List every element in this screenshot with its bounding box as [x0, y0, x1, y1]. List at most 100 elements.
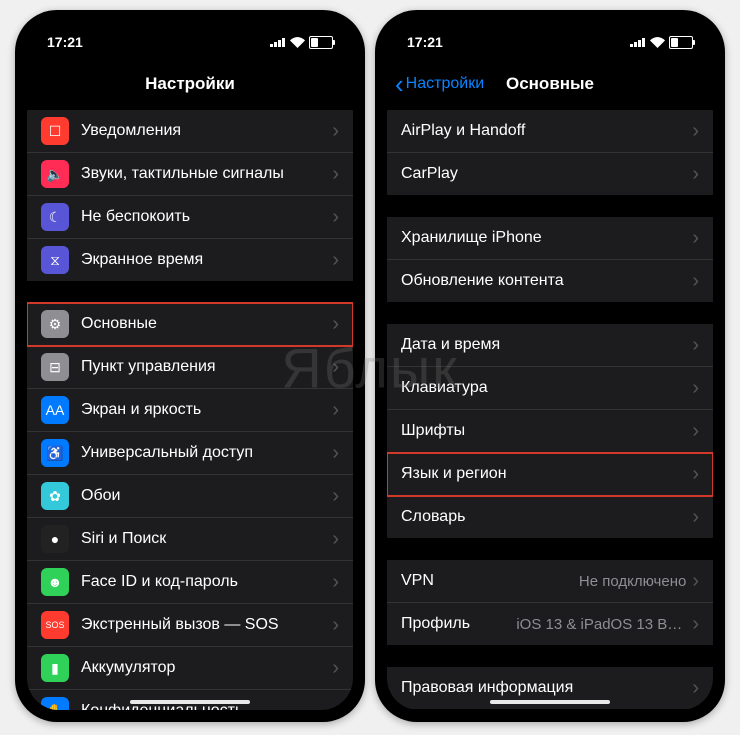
row-label: Экстренный вызов — SOS: [81, 616, 332, 634]
phone-left: 17:21 Настройки ☐Уведомления›🔈Звуки, так…: [15, 10, 365, 722]
row-keyboard[interactable]: Клавиатура›: [387, 367, 713, 410]
chevron-right-icon: ›: [692, 613, 699, 636]
general-list[interactable]: AirPlay и Handoff›CarPlay›Хранилище iPho…: [387, 106, 713, 710]
row-fonts[interactable]: Шрифты›: [387, 410, 713, 453]
chevron-right-icon: ›: [692, 506, 699, 529]
row-notifications[interactable]: ☐ Уведомления›: [27, 110, 353, 153]
row-sos[interactable]: SOS Экстренный вызов — SOS›: [27, 604, 353, 647]
row-label: Siri и Поиск: [81, 530, 332, 548]
row-storage[interactable]: Хранилище iPhone›: [387, 217, 713, 260]
row-label: Не беспокоить: [81, 208, 332, 226]
chevron-right-icon: ›: [332, 313, 339, 336]
row-siri[interactable]: ● Siri и Поиск›: [27, 518, 353, 561]
chevron-right-icon: ›: [692, 420, 699, 443]
battery-icon: ▮: [41, 654, 69, 682]
chevron-right-icon: ›: [332, 700, 339, 711]
battery-icon: [669, 36, 693, 49]
page-title-left: Настройки: [27, 62, 353, 106]
chevron-right-icon: ›: [332, 206, 339, 229]
chevron-right-icon: ›: [692, 377, 699, 400]
row-background[interactable]: Обновление контента›: [387, 260, 713, 302]
display-icon: AA: [41, 396, 69, 424]
chevron-right-icon: ›: [692, 677, 699, 700]
home-indicator[interactable]: [490, 700, 610, 704]
sos-icon: SOS: [41, 611, 69, 639]
row-label: Язык и регион: [401, 465, 692, 483]
row-carplay[interactable]: CarPlay›: [387, 153, 713, 195]
row-airplay[interactable]: AirPlay и Handoff›: [387, 110, 713, 153]
settings-list[interactable]: ☐Уведомления›🔈Звуки, тактильные сигналы›…: [27, 106, 353, 710]
row-label: Звуки, тактильные сигналы: [81, 165, 332, 183]
row-battery[interactable]: ▮ Аккумулятор›: [27, 647, 353, 690]
chevron-right-icon: ›: [332, 614, 339, 637]
general-icon: ⚙: [41, 310, 69, 338]
time: 17:21: [407, 34, 443, 50]
row-label: Основные: [81, 315, 332, 333]
row-label: Универсальный доступ: [81, 444, 332, 462]
screentime-icon: ⧖: [41, 246, 69, 274]
back-button[interactable]: ‹ Настройки: [395, 71, 484, 97]
row-label: Экранное время: [81, 251, 332, 269]
siri-icon: ●: [41, 525, 69, 553]
faceid-icon: ☻: [41, 568, 69, 596]
row-label: CarPlay: [401, 165, 692, 183]
notifications-icon: ☐: [41, 117, 69, 145]
row-vpn[interactable]: VPNНе подключено ›: [387, 560, 713, 603]
chevron-right-icon: ›: [332, 528, 339, 551]
row-label: Хранилище iPhone: [401, 229, 692, 247]
cellular-icon: [270, 37, 286, 47]
chevron-right-icon: ›: [332, 120, 339, 143]
row-label: Обои: [81, 487, 332, 505]
chevron-right-icon: ›: [332, 657, 339, 680]
wifi-icon: [650, 37, 665, 48]
chevron-right-icon: ›: [692, 163, 699, 186]
chevron-right-icon: ›: [692, 227, 699, 250]
row-general[interactable]: ⚙ Основные›: [27, 303, 353, 346]
wallpaper-icon: ✿: [41, 482, 69, 510]
row-accessibility[interactable]: ♿Универсальный доступ›: [27, 432, 353, 475]
chevron-left-icon: ‹: [395, 71, 404, 97]
phone-right: 17:21 ‹ Настройки Основные AirPlay и Han…: [375, 10, 725, 722]
dnd-icon: ☾: [41, 203, 69, 231]
chevron-right-icon: ›: [692, 570, 699, 593]
chevron-right-icon: ›: [692, 463, 699, 486]
row-label: Словарь: [401, 508, 692, 526]
row-label: Аккумулятор: [81, 659, 332, 677]
row-label: AirPlay и Handoff: [401, 122, 692, 140]
chevron-right-icon: ›: [692, 120, 699, 143]
row-label: Обновление контента: [401, 272, 692, 290]
row-label: Экран и яркость: [81, 401, 332, 419]
row-screentime[interactable]: ⧖ Экранное время›: [27, 239, 353, 281]
row-dictionary[interactable]: Словарь›: [387, 496, 713, 538]
chevron-right-icon: ›: [332, 571, 339, 594]
row-datetime[interactable]: Дата и время›: [387, 324, 713, 367]
time: 17:21: [47, 34, 83, 50]
row-label: Профиль: [401, 615, 516, 633]
row-label: Уведомления: [81, 122, 332, 140]
notch: [110, 22, 270, 48]
chevron-right-icon: ›: [332, 399, 339, 422]
wifi-icon: [290, 37, 305, 48]
row-faceid[interactable]: ☻ Face ID и код-пароль›: [27, 561, 353, 604]
row-language[interactable]: Язык и регион›: [387, 453, 713, 496]
row-detail: Не подключено: [579, 573, 686, 590]
chevron-right-icon: ›: [332, 249, 339, 272]
row-label: Пункт управления: [81, 358, 332, 376]
row-label: Face ID и код-пароль: [81, 573, 332, 591]
row-label: VPN: [401, 572, 579, 590]
row-sounds[interactable]: 🔈Звуки, тактильные сигналы›: [27, 153, 353, 196]
chevron-right-icon: ›: [692, 334, 699, 357]
row-profile[interactable]: ПрофильiOS 13 & iPadOS 13 Beta Software.…: [387, 603, 713, 645]
sounds-icon: 🔈: [41, 160, 69, 188]
row-wallpaper[interactable]: ✿Обои›: [27, 475, 353, 518]
row-dnd[interactable]: ☾ Не беспокоить›: [27, 196, 353, 239]
control-center-icon: ⊟: [41, 353, 69, 381]
home-indicator[interactable]: [130, 700, 250, 704]
row-display[interactable]: AA Экран и яркость›: [27, 389, 353, 432]
chevron-right-icon: ›: [332, 442, 339, 465]
cellular-icon: [630, 37, 646, 47]
privacy-icon: ✋: [41, 697, 69, 710]
page-title-right: ‹ Настройки Основные: [387, 62, 713, 106]
row-control-center[interactable]: ⊟Пункт управления›: [27, 346, 353, 389]
battery-icon: [309, 36, 333, 49]
